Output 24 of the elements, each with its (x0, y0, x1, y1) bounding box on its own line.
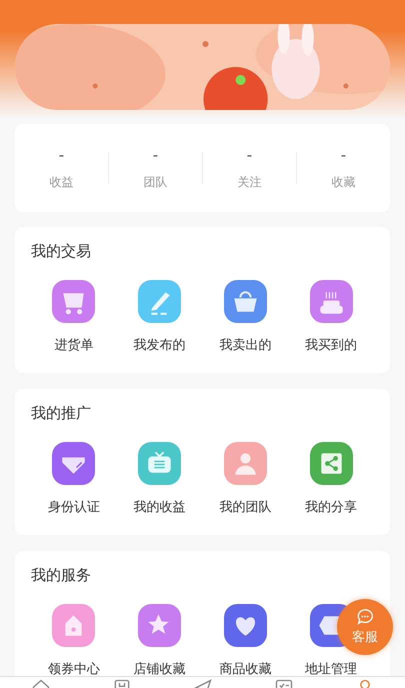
menu-item[interactable]: 地址管理 (305, 660, 358, 678)
menu-item[interactable]: 身份认证 (48, 498, 100, 516)
stat-label: 收藏 (332, 174, 356, 190)
stat-label: 收益 (50, 174, 74, 190)
stat-label: 团队 (144, 174, 168, 190)
menu-item[interactable]: 我的收益 (134, 498, 186, 516)
stat-value: - (340, 146, 346, 164)
section-title: 我的推广 (31, 403, 92, 423)
menu-item[interactable]: 店铺收藏 (134, 660, 186, 678)
stat-value: - (246, 146, 252, 164)
menu-item[interactable]: 我卖出的 (219, 336, 272, 354)
menu-item[interactable]: 我买到的 (305, 336, 358, 354)
menu-item[interactable]: 商品收藏 (219, 660, 272, 678)
menu-item[interactable]: 我发布的 (134, 336, 186, 354)
stat-value: - (152, 146, 158, 164)
stat-value: - (58, 146, 64, 164)
menu-item[interactable]: 领券中心 (48, 660, 100, 678)
menu-item[interactable]: 我的分享 (305, 498, 358, 516)
chat-icon (356, 608, 374, 626)
section-title: 我的服务 (31, 565, 92, 585)
menu-item[interactable]: 进货单 (54, 336, 94, 354)
menu-item[interactable]: 我的团队 (219, 498, 272, 516)
stat-label: 关注 (238, 174, 262, 190)
section-title: 我的交易 (31, 241, 92, 261)
